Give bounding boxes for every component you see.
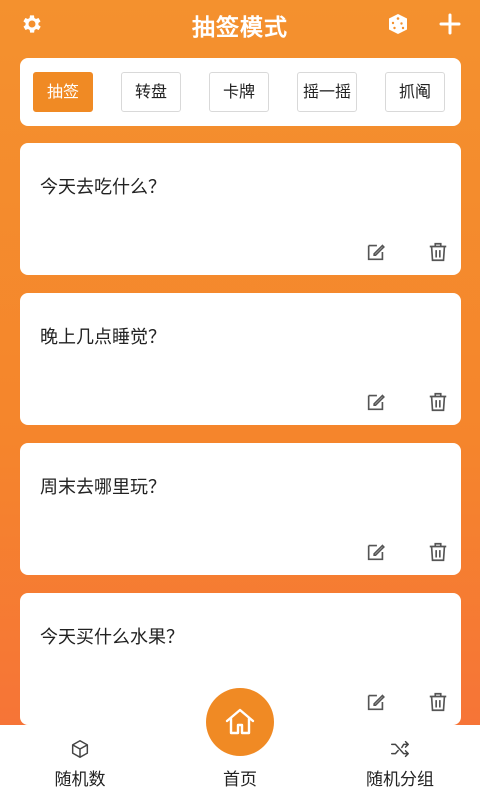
tab-lottery[interactable]: 抓阄 [385, 72, 445, 112]
question-text: 今天去吃什么？ [40, 177, 166, 198]
nav-label: 随机分组 [366, 770, 434, 790]
edit-icon[interactable] [365, 391, 387, 413]
nav-random-group[interactable]: 随机分组 [350, 725, 450, 800]
cube-icon [69, 738, 91, 760]
trash-icon[interactable] [427, 691, 449, 713]
trash-icon[interactable] [427, 241, 449, 263]
tab-wheel[interactable]: 转盘 [121, 72, 181, 112]
question-text: 今天买什么水果？ [40, 627, 184, 648]
tab-cards[interactable]: 卡牌 [209, 72, 269, 112]
nav-random-number[interactable]: 随机数 [30, 725, 130, 800]
question-text: 晚上几点睡觉？ [40, 327, 166, 348]
tab-shake[interactable]: 摇一摇 [297, 72, 357, 112]
question-card[interactable]: 今天去吃什么？ [20, 143, 461, 275]
question-text: 周末去哪里玩？ [40, 477, 166, 498]
app-header: 抽签模式 [0, 0, 480, 50]
add-icon[interactable] [438, 12, 462, 36]
mode-tabs: 抽签 转盘 卡牌 摇一摇 抓阄 [20, 58, 461, 126]
edit-icon[interactable] [365, 241, 387, 263]
home-button[interactable] [206, 688, 274, 756]
trash-icon[interactable] [427, 541, 449, 563]
edit-icon[interactable] [365, 691, 387, 713]
home-icon [225, 708, 255, 735]
dice-icon[interactable] [386, 12, 410, 36]
question-card[interactable]: 周末去哪里玩？ [20, 443, 461, 575]
nav-label: 首页 [223, 770, 257, 790]
trash-icon[interactable] [427, 391, 449, 413]
nav-label: 随机数 [54, 770, 106, 790]
shuffle-icon [389, 738, 411, 760]
edit-icon[interactable] [365, 541, 387, 563]
tab-draw-lots[interactable]: 抽签 [33, 72, 93, 112]
question-card[interactable]: 晚上几点睡觉？ [20, 293, 461, 425]
